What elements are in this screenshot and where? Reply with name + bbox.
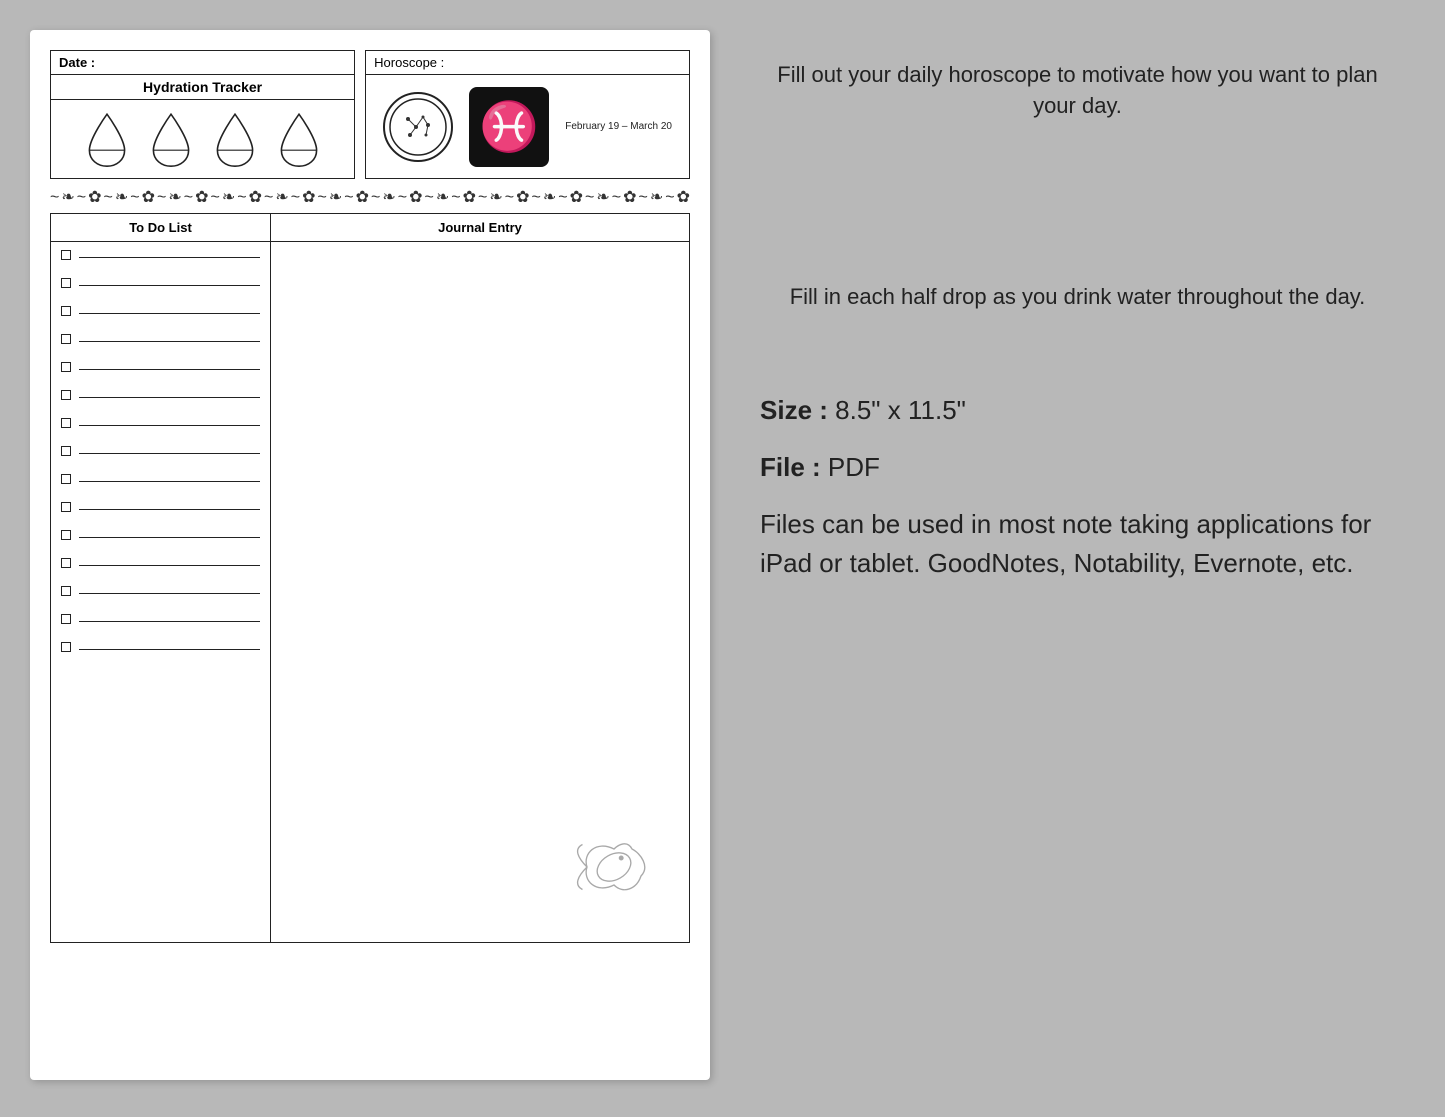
todo-item (61, 418, 260, 428)
zodiac-dates: February 19 – March 20 (565, 121, 672, 132)
todo-line (79, 285, 260, 286)
todo-item (61, 530, 260, 540)
size-label: Size : (760, 395, 828, 425)
main-content-area: To Do List (50, 213, 690, 943)
todo-checkbox[interactable] (61, 446, 71, 456)
date-label: Date : (59, 55, 95, 70)
todo-checkbox[interactable] (61, 558, 71, 568)
water-drops-row (51, 100, 354, 178)
todo-checkbox[interactable] (61, 614, 71, 624)
todo-item (61, 446, 260, 456)
todo-item (61, 502, 260, 512)
todo-line (79, 369, 260, 370)
todo-checkbox[interactable] (61, 502, 71, 512)
todo-line (79, 425, 260, 426)
todo-line (79, 537, 260, 538)
info-block: Size : 8.5" x 11.5" File : PDF Files can… (760, 392, 1395, 583)
annotations-panel: Fill out your daily horoscope to motivat… (740, 30, 1415, 593)
journal-section: Journal Entry (271, 214, 689, 942)
top-section: Date : Hydration Tracker (50, 50, 690, 179)
water-drop-2 (147, 110, 195, 168)
todo-line (79, 621, 260, 622)
todo-line (79, 649, 260, 650)
todo-items-list (51, 242, 270, 678)
size-info: Size : 8.5" x 11.5" (760, 392, 1395, 428)
todo-checkbox[interactable] (61, 586, 71, 596)
todo-checkbox[interactable] (61, 250, 71, 260)
todo-checkbox[interactable] (61, 390, 71, 400)
todo-line (79, 313, 260, 314)
todo-item (61, 586, 260, 596)
todo-item (61, 278, 260, 288)
todo-line (79, 481, 260, 482)
todo-checkbox[interactable] (61, 278, 71, 288)
constellation-icon (383, 92, 453, 162)
journal-header: Journal Entry (271, 214, 689, 242)
water-drop-3 (211, 110, 259, 168)
fish-watermark-icon (569, 822, 659, 912)
file-info: File : PDF (760, 449, 1395, 485)
file-label: File : (760, 452, 821, 482)
main-container: Date : Hydration Tracker (30, 30, 1415, 1080)
todo-line (79, 509, 260, 510)
todo-checkbox[interactable] (61, 362, 71, 372)
todo-section: To Do List (51, 214, 271, 942)
pisces-symbol-box: ♓ (469, 87, 549, 167)
todo-checkbox[interactable] (61, 530, 71, 540)
description-text: Files can be used in most note taking ap… (760, 505, 1395, 583)
pisces-unicode-symbol: ♓ (479, 98, 539, 155)
todo-item (61, 306, 260, 316)
annotation-water-drops: Fill in each half drop as you drink wate… (760, 282, 1395, 313)
paper-document: Date : Hydration Tracker (30, 30, 710, 1080)
todo-item (61, 642, 260, 652)
vine-divider: ~❧~✿~❧~✿~❧~✿~❧~✿~❧~✿~❧~✿~❧~✿~❧~✿~❧~✿~❧~✿… (50, 187, 690, 207)
todo-checkbox[interactable] (61, 306, 71, 316)
todo-line (79, 341, 260, 342)
todo-item (61, 390, 260, 400)
journal-body[interactable] (271, 242, 689, 942)
horoscope-label: Horoscope : (366, 51, 689, 75)
todo-item (61, 474, 260, 484)
todo-line (79, 453, 260, 454)
file-value: PDF (828, 452, 880, 482)
annotation-water-text: Fill in each half drop as you drink wate… (760, 282, 1395, 313)
todo-item (61, 250, 260, 260)
annotation-horoscope: Fill out your daily horoscope to motivat… (760, 60, 1395, 122)
left-top-panel: Date : Hydration Tracker (50, 50, 355, 179)
todo-line (79, 397, 260, 398)
todo-item (61, 334, 260, 344)
size-value: 8.5" x 11.5" (835, 395, 966, 425)
todo-line (79, 257, 260, 258)
date-row: Date : (51, 51, 354, 75)
todo-item (61, 558, 260, 568)
horoscope-content: ♓ February 19 – March 20 (366, 75, 689, 178)
todo-checkbox[interactable] (61, 334, 71, 344)
arrow-horoscope (760, 162, 960, 192)
todo-checkbox[interactable] (61, 642, 71, 652)
todo-checkbox[interactable] (61, 418, 71, 428)
todo-checkbox[interactable] (61, 474, 71, 484)
water-drop-4 (275, 110, 323, 168)
horoscope-box: Horoscope : (365, 50, 690, 179)
water-drop-1 (83, 110, 131, 168)
todo-header: To Do List (51, 214, 270, 242)
todo-line (79, 593, 260, 594)
hydration-tracker-title: Hydration Tracker (51, 75, 354, 100)
todo-item (61, 362, 260, 372)
annotation-horoscope-text: Fill out your daily horoscope to motivat… (760, 60, 1395, 122)
todo-line (79, 565, 260, 566)
todo-item (61, 614, 260, 624)
